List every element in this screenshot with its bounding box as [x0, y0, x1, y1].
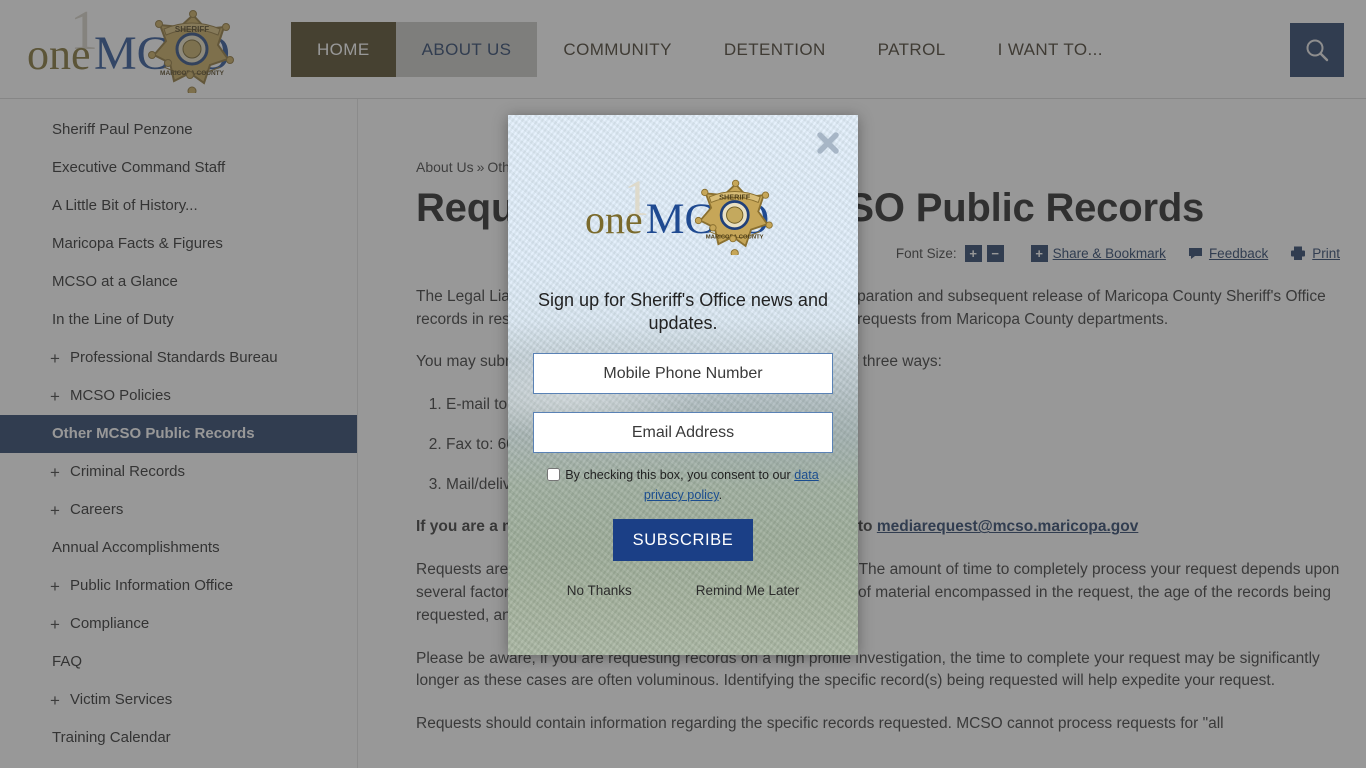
- consent-suffix: .: [718, 488, 723, 503]
- modal-headline: Sign up for Sheriff's Office news and up…: [538, 290, 828, 334]
- modal-alternate-actions: No Thanks Remind Me Later: [530, 583, 836, 598]
- close-icon: [817, 132, 839, 154]
- modal-close-button[interactable]: [808, 123, 848, 163]
- subscribe-button[interactable]: SUBSCRIBE: [613, 519, 753, 562]
- mobile-phone-input[interactable]: [533, 353, 833, 395]
- svg-text:one: one: [585, 197, 643, 242]
- modal-onemcso-logo-icon: 1 one MCSO SHERIFF MARICOPA COUNTY: [585, 177, 773, 255]
- page-root: 1 one MCSO SHERIFF MARICOPA COUNTY: [0, 0, 1366, 768]
- newsletter-signup-modal: 1 one MCSO SHERIFF MARICOPA COUNTY: [508, 115, 858, 655]
- email-address-input[interactable]: [533, 412, 833, 454]
- svg-text:SHERIFF: SHERIFF: [719, 193, 751, 202]
- consent-row: By checking this box, you consent to our…: [533, 465, 833, 505]
- remind-me-later-button[interactable]: Remind Me Later: [696, 583, 800, 598]
- modal-content: 1 one MCSO SHERIFF MARICOPA COUNTY: [508, 177, 858, 655]
- consent-checkbox[interactable]: [547, 468, 561, 482]
- no-thanks-button[interactable]: No Thanks: [567, 583, 632, 598]
- consent-text: By checking this box, you consent to our: [565, 468, 795, 483]
